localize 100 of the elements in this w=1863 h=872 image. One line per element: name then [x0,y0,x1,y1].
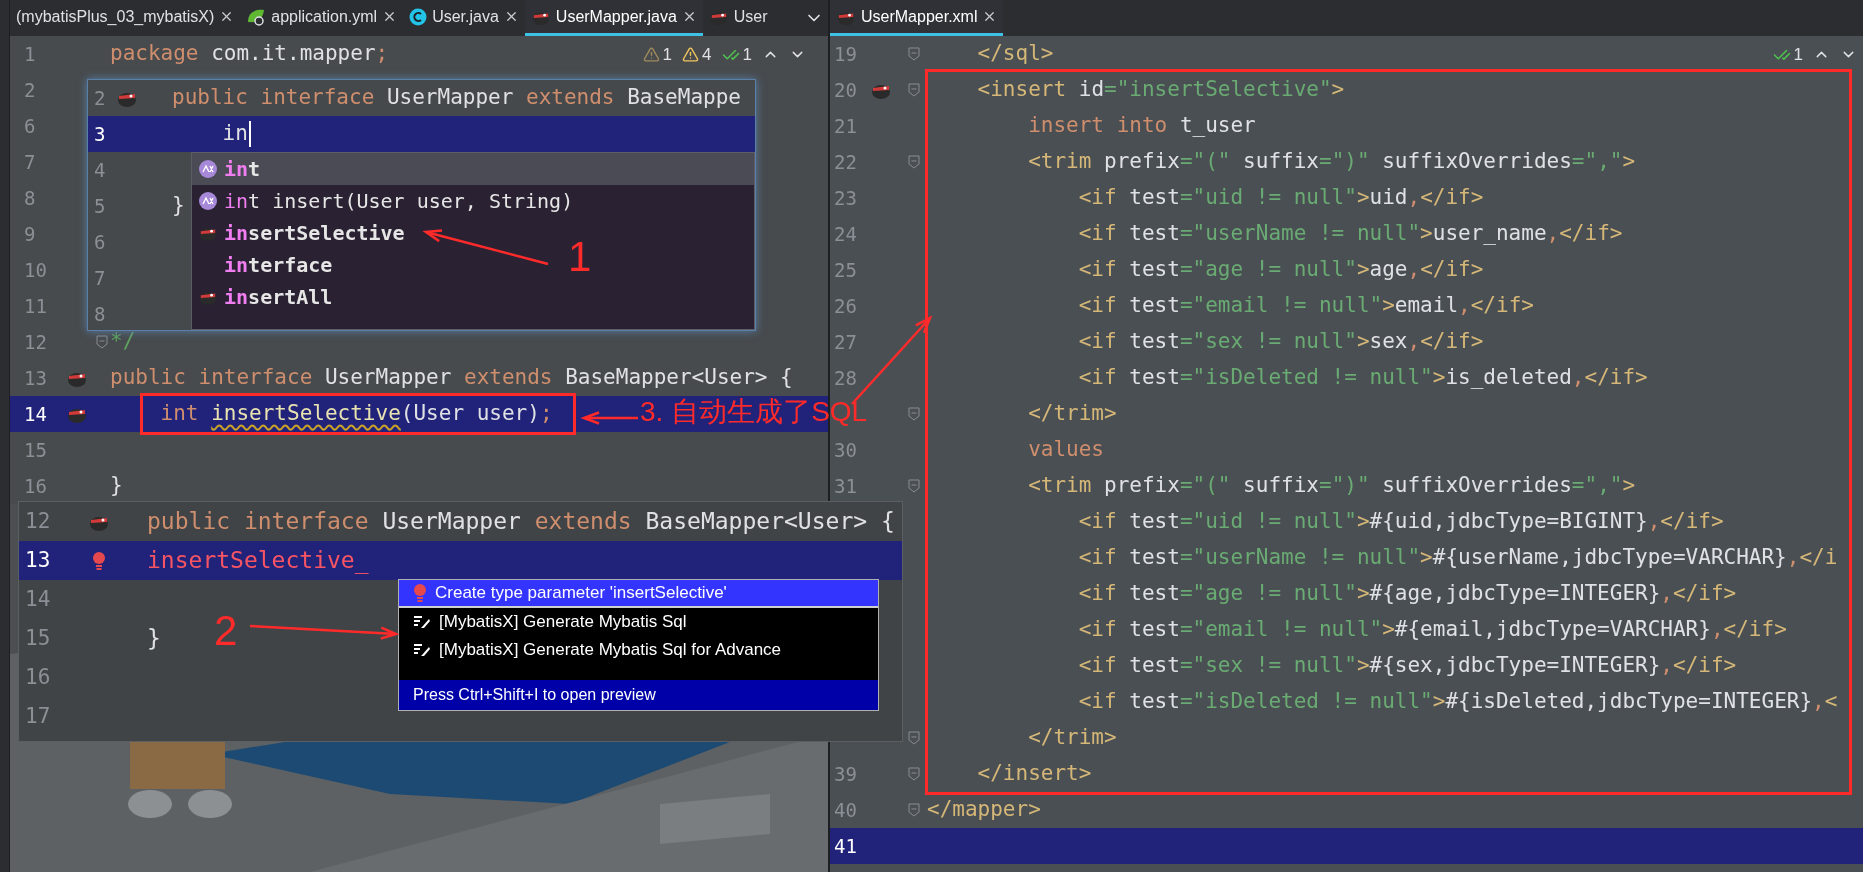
code-line: <if test="userName != null">user_name,</if> [1078,221,1623,246]
line-number: 8 [24,185,36,211]
line-number: 16 [25,663,51,691]
fold-icon[interactable] [908,83,920,97]
line-number: 10 [24,257,47,283]
text-cursor [249,121,251,147]
code-line: insertSelective_ [147,547,369,574]
line-number: 8 [94,301,106,327]
fold-icon[interactable] [96,335,108,349]
popup-footer: Press Ctrl+Shift+I to open preview [399,680,878,710]
line-number: 41 [834,833,857,859]
code-line: int insertSelective(User user); [160,401,553,426]
completion-item[interactable]: insertSelective [192,217,411,249]
count-label: 1 [1793,44,1803,66]
line-number: 24 [834,221,857,247]
code-line: <if test="isDeleted != null">#{isDeleted,jdbcType=INTEGER},< [1078,689,1838,714]
editor-tab[interactable]: application.yml [240,0,404,36]
code-line: <if test="uid != null">uid,</if> [1078,185,1484,210]
line-number: 17 [25,702,51,730]
code-line: in [222,121,248,146]
line-number: 9 [24,221,36,247]
warning-icon[interactable] [682,46,700,64]
code-line: <if test="isDeleted != null">is_deleted,</if> [1078,365,1648,390]
count-label: 1 [662,44,673,66]
completion-item[interactable]: insertAll [192,281,339,313]
line-number: 27 [834,329,857,355]
completion-item[interactable]: interface [192,249,339,281]
line-number: 20 [834,77,857,103]
completion-item[interactable]: int insert(User user, String) [192,185,580,217]
editor-tab[interactable]: User.java [403,0,525,36]
line-number: 28 [834,365,857,391]
line-number: 1 [24,41,36,67]
line-number: 2 [94,85,106,111]
edit-icon [413,643,431,657]
fold-icon[interactable] [908,479,920,493]
fold-icon[interactable] [908,731,920,745]
completion-item[interactable]: int [192,153,754,185]
line-number: 7 [94,265,106,291]
code-line: </insert> [977,761,1092,786]
line-number: 12 [24,329,47,355]
editor-tab[interactable]: (mybatisPlus_03_mybatisX) [10,0,241,36]
fold-icon[interactable] [908,407,920,421]
line-number: 6 [24,113,36,139]
editor-tab[interactable]: UserMapper.java [524,0,703,36]
fold-icon[interactable] [908,155,920,169]
line-number: 4 [94,157,106,183]
code-line: values [1028,437,1104,462]
code-line: public interface UserMapper extends BaseMappe [172,85,741,110]
fold-icon[interactable] [908,767,920,781]
code-line: <if test="email != null">email,</if> [1078,293,1534,318]
line-number: 5 [94,193,106,219]
line-number: 15 [25,624,51,652]
code-line: <trim prefix="(" suffix=")" suffixOverrides=","> [1028,149,1636,174]
code-line: <if test="sex != null">#{sex,jdbcType=INTEGER},</if> [1078,653,1737,678]
annotation-arrow [580,411,638,425]
code-line: } [110,473,123,498]
line-number: 15 [24,437,47,463]
count-label: 4 [702,44,712,66]
line-number: 13 [24,365,47,391]
editor-tab[interactable]: UserMapper.xml [830,0,1004,36]
code-line: public interface UserMapper extends BaseMapper<User> { [147,508,895,535]
line-number: 12 [25,507,51,535]
line-number: 23 [834,185,857,211]
code-line: <if test="age != null">age,</if> [1078,257,1484,282]
count-label: 1 [742,44,752,66]
line-number: 14 [24,401,47,427]
quickfix-action[interactable]: [MybatisX] Generate Mybatis Sql [399,608,878,636]
line-number: 26 [834,293,857,319]
line-number: 3 [94,121,106,147]
fold-icon[interactable] [908,47,920,61]
line-number: 21 [834,113,857,139]
line-number: 13 [25,546,51,574]
editor-tab[interactable]: User [702,0,774,36]
code-line: <if test="uid != null">#{uid,jdbcType=BIGINT},</if> [1078,509,1724,534]
code-line: <trim prefix="(" suffix=")" suffixOverrides=","> [1028,473,1636,498]
quickfix-action[interactable]: [MybatisX] Generate Mybatis Sql for Advance [399,636,878,664]
code-line: insert into t_user [1028,113,1256,138]
fold-icon[interactable] [908,803,920,817]
line-number: 19 [834,41,857,67]
line-number: 2 [24,77,36,103]
annotation-label: 3. 自动生成了SQL [640,398,868,426]
keyword-icon [198,159,218,179]
line-number: 14 [25,585,51,613]
code-line: } [147,625,161,652]
leaf-icon [246,7,267,26]
code-line: </sql> [977,41,1054,66]
line-number: 31 [834,473,857,499]
code-line: public interface UserMapper extends BaseMapper<User> { [110,365,793,390]
code-line: package com.it.mapper; [110,41,389,66]
class-icon [409,7,428,26]
code-line: <if test="sex != null">sex,</if> [1078,329,1484,354]
code-line: } [172,193,185,218]
line-number: 22 [834,149,857,175]
code-line: <if test="email != null">#{email,jdbcType=VARCHAR},</if> [1078,617,1787,642]
quickfix-action[interactable]: Create type parameter 'insertSelective' [399,580,878,608]
warning-icon[interactable] [642,46,660,64]
keyword-icon [198,191,218,211]
line-number: 6 [94,229,106,255]
line-number: 11 [24,293,47,319]
code-line: </mapper> [927,797,1041,822]
